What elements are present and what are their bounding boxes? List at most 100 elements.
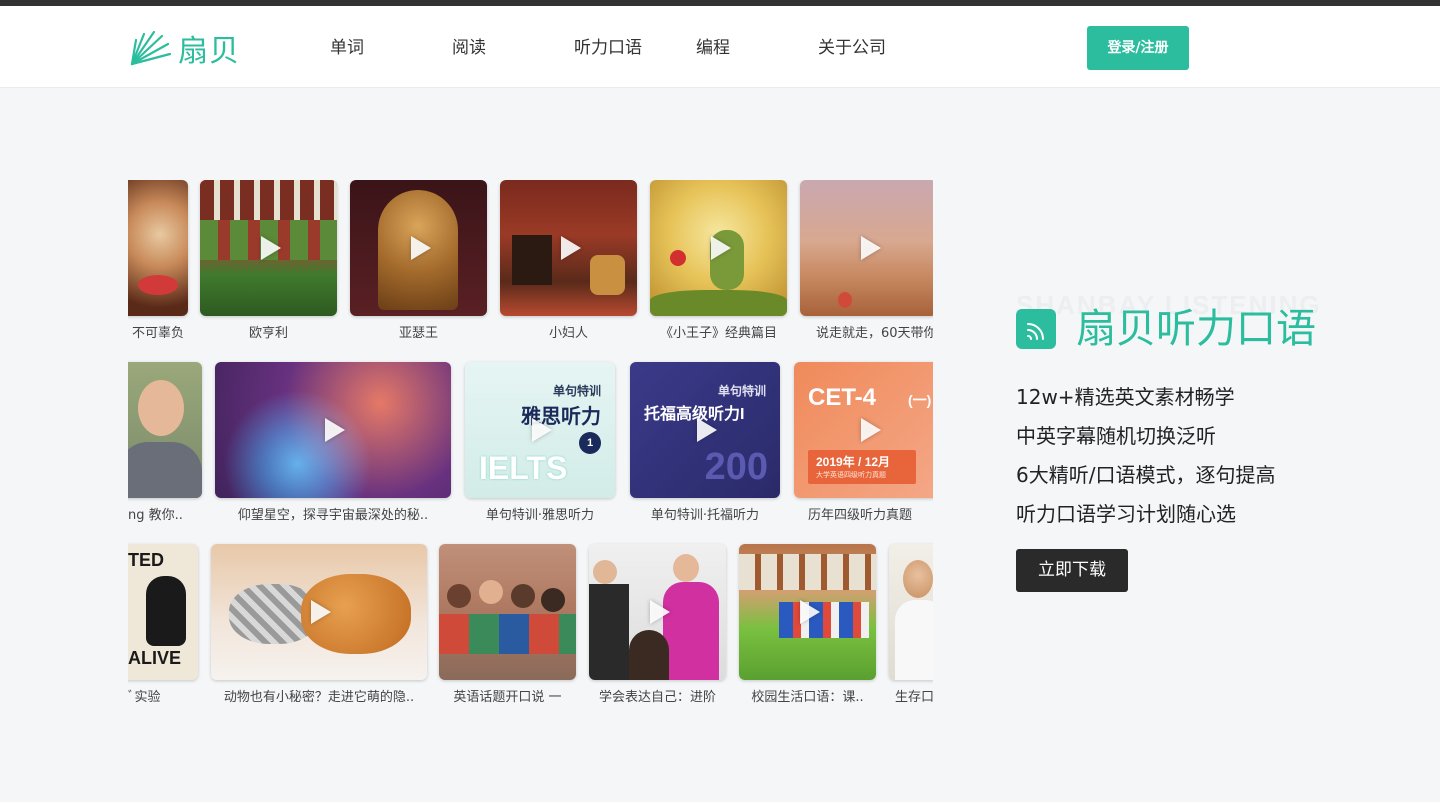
course-caption: ng 教你.. [128, 508, 183, 523]
course-thumbnail [589, 544, 726, 680]
cover-tag: 单句特训 [717, 384, 766, 398]
cover-title: CET-4 [808, 384, 877, 411]
nav-item-about[interactable]: 关于公司 [818, 36, 886, 60]
nav-item-listening[interactable]: 听力口语 [574, 36, 642, 60]
play-icon [410, 236, 431, 260]
course-card[interactable]: 学会表达自己：进阶 [589, 544, 726, 705]
cover-suffix: (一) [908, 392, 932, 408]
navbar: 扇贝 单词 阅读 听力口语 编程 关于公司 登录/注册 [0, 6, 1440, 88]
feature-item: 听力口语学习计划随心选 [1016, 502, 1236, 526]
play-icon [710, 236, 731, 260]
play-icon [325, 418, 345, 442]
course-card[interactable]: 生存口 [889, 544, 933, 705]
feature-item: 12w+精选英文素材畅学 [1016, 385, 1235, 409]
course-thumbnail [800, 180, 933, 316]
course-thumbnail [200, 180, 337, 316]
course-thumbnail [211, 544, 427, 680]
course-thumbnail: 单句特训 托福高级听力I 200 [630, 362, 780, 498]
play-icon [560, 236, 581, 260]
play-icon [260, 236, 281, 260]
course-card[interactable]: 亚瑟王 [350, 180, 487, 341]
course-thumbnail [128, 180, 188, 316]
course-caption: 仰望星空，探寻宇宙最深处的秘.. [237, 508, 429, 523]
login-register-button[interactable]: 登录/注册 [1087, 26, 1189, 70]
course-gallery: 不可辜负 欧亨利 亚瑟王 小妇人 《小王子》经典篇目 说走就走，60天带你 ng… [128, 180, 933, 720]
course-thumbnail [500, 180, 637, 316]
play-icon [860, 236, 881, 260]
course-caption: 《小王子》经典篇目 [659, 326, 777, 341]
feature-item: 中英字幕随机切换泛听 [1016, 424, 1216, 448]
feature-item: 6大精听/口语模式，逐句提高 [1016, 463, 1276, 487]
course-thumbnail [128, 362, 202, 498]
play-icon [649, 600, 670, 624]
cover-subtitle: 大学英语四级听力真题 [816, 472, 886, 479]
logo[interactable]: 扇贝 [128, 26, 240, 70]
course-card[interactable]: 小妇人 [500, 180, 637, 341]
course-thumbnail [739, 544, 876, 680]
listening-app-icon [1016, 309, 1056, 349]
course-caption: 小妇人 [548, 326, 588, 341]
course-caption: 欧亨利 [248, 326, 288, 341]
course-caption: 单句特训·托福听力 [650, 508, 760, 523]
cover-date-block: 2019年 / 12月 大学英语四级听力真题 [808, 450, 916, 484]
course-card[interactable]: 动物也有小秘密？走进它萌的隐.. [211, 544, 427, 705]
nav-item-coding[interactable]: 编程 [696, 36, 730, 60]
play-icon [697, 418, 717, 442]
gallery-row-3: TED ALIVE ﾞ实验 动物也有小秘密？走进它萌的隐.. 英语话题开口说 一… [128, 544, 933, 705]
course-card[interactable]: 不可辜负 [128, 180, 188, 341]
course-caption: 说走就走，60天带你 [816, 326, 933, 341]
course-thumbnail [650, 180, 787, 316]
course-card[interactable]: 单句特训 托福高级听力I 200 单句特训·托福听力 [630, 362, 780, 523]
play-icon [532, 418, 552, 442]
course-thumbnail [215, 362, 451, 498]
play-icon [799, 600, 820, 624]
course-card[interactable]: 英语话题开口说 一 [439, 544, 576, 705]
course-caption: 校园生活口语：课.. [751, 690, 864, 705]
course-card[interactable]: 单句特训 雅思听力 IELTS 1 单句特训·雅思听力 [465, 362, 615, 523]
course-caption: 亚瑟王 [398, 326, 438, 341]
course-caption: 不可辜负 [131, 326, 184, 341]
course-caption: ﾞ实验 [128, 690, 161, 705]
download-button[interactable]: 立即下载 [1016, 549, 1128, 592]
cover-top-text: TED [128, 550, 164, 570]
course-thumbnail: 单句特训 雅思听力 IELTS 1 [465, 362, 615, 498]
nav-item-reading[interactable]: 阅读 [452, 36, 486, 60]
cover-big-text: 200 [704, 446, 768, 488]
course-card[interactable]: 仰望星空，探寻宇宙最深处的秘.. [215, 362, 451, 523]
cover-bottom-text: ALIVE [128, 648, 182, 668]
cover-date: 2019年 / 12月 [816, 455, 891, 469]
cover-number-badge: 1 [579, 432, 601, 454]
cover-title: 托福高级听力I [644, 406, 745, 423]
course-card[interactable]: 欧亨利 [200, 180, 337, 341]
course-caption: 动物也有小秘密？走进它萌的隐.. [223, 690, 415, 705]
course-thumbnail [889, 544, 933, 680]
signal-waves-icon [1027, 323, 1044, 340]
course-caption: 单句特训·雅思听力 [485, 508, 595, 523]
course-card[interactable]: CET-4 (一) 2019年 / 12月 大学英语四级听力真题 历年四级听力真… [794, 362, 933, 523]
shanbay-logo-icon [130, 30, 172, 66]
course-card[interactable]: 校园生活口语：课.. [739, 544, 876, 705]
feature-list: 12w+精选英文素材畅学 中英字幕随机切换泛听 6大精听/口语模式，逐句提高 听… [1016, 378, 1275, 534]
course-card[interactable]: ng 教你.. [128, 362, 202, 523]
cover-big-text: IELTS [479, 450, 568, 486]
course-caption: 学会表达自己：进阶 [598, 690, 716, 705]
product-title: 扇贝听力口语 [1076, 306, 1316, 352]
nav-item-words[interactable]: 单词 [330, 36, 364, 60]
course-card[interactable]: 《小王子》经典篇目 [650, 180, 787, 341]
play-icon [861, 418, 881, 442]
product-title-row: 扇贝听力口语 [1016, 302, 1316, 356]
logo-text: 扇贝 [178, 34, 240, 69]
gallery-row-2: ng 教你.. 仰望星空，探寻宇宙最深处的秘.. 单句特训 雅思听力 IELTS… [128, 362, 933, 523]
play-icon [311, 600, 331, 624]
course-card[interactable]: 说走就走，60天带你 [800, 180, 933, 341]
course-thumbnail [350, 180, 487, 316]
cover-tag: 单句特训 [552, 384, 601, 398]
course-thumbnail [439, 544, 576, 680]
course-card[interactable]: TED ALIVE ﾞ实验 [128, 544, 198, 705]
course-caption: 生存口 [895, 690, 933, 705]
gallery-row-1: 不可辜负 欧亨利 亚瑟王 小妇人 《小王子》经典篇目 说走就走，60天带你 [128, 180, 933, 341]
course-caption: 历年四级听力真题 [808, 508, 913, 523]
course-thumbnail: CET-4 (一) 2019年 / 12月 大学英语四级听力真题 [794, 362, 933, 498]
course-thumbnail: TED ALIVE [128, 544, 198, 680]
course-caption: 英语话题开口说 一 [453, 690, 562, 705]
